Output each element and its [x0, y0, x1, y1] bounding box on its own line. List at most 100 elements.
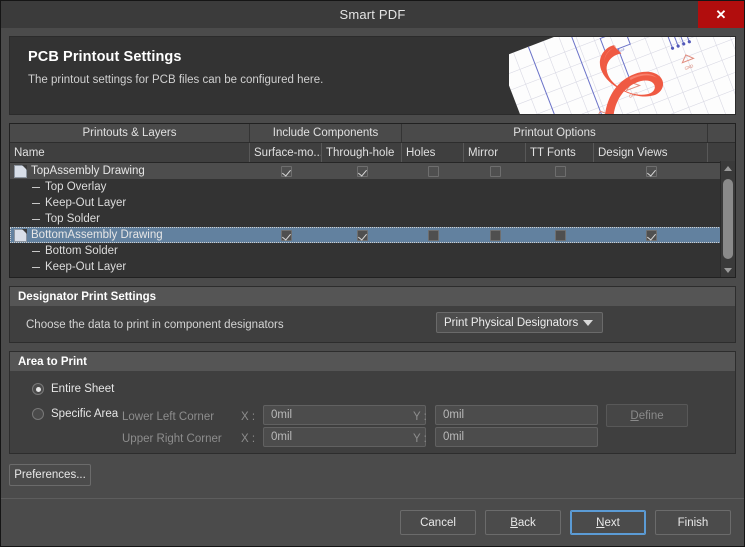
table-row[interactable]: Top Overlay [10, 179, 735, 195]
finish-button[interactable]: Finish [655, 510, 731, 535]
row-label: BottomAssembly Drawing [31, 229, 163, 241]
cell-mirror[interactable] [464, 163, 526, 179]
close-icon[interactable]: ✕ [698, 1, 744, 28]
cell-through-hole [322, 259, 402, 275]
cancel-button[interactable]: Cancel [400, 510, 476, 535]
cell-design-views[interactable] [594, 163, 708, 179]
row-label: Keep-Out Layer [45, 261, 127, 273]
banner-text-block: PCB Printout Settings The printout setti… [28, 49, 323, 86]
table-group-header-row: Printouts & Layers Include Components Pr… [10, 124, 735, 143]
next-button[interactable]: Next [570, 510, 646, 535]
table-row[interactable]: Top Solder [10, 211, 735, 227]
cell-holes[interactable] [402, 227, 464, 243]
cell-surface-mount [250, 243, 322, 259]
group-header-printout-options[interactable]: Printout Options [402, 124, 708, 142]
cell-tt-fonts [526, 179, 594, 195]
table-row[interactable]: TopAssembly Drawing [10, 163, 735, 179]
checkbox-through-hole[interactable] [356, 229, 368, 241]
scrollbar-thumb[interactable] [723, 179, 733, 259]
tree-branch-dash-icon [32, 186, 40, 188]
scroll-up-arrow-icon[interactable] [721, 161, 735, 175]
lower-left-x-value: 0mil [271, 409, 293, 421]
column-header-through-hole[interactable]: Through-hole [322, 143, 402, 162]
cell-surface-mount[interactable] [250, 227, 322, 243]
cell-through-hole [322, 179, 402, 195]
upper-right-x-label: X : [241, 433, 256, 445]
checkbox-holes[interactable] [427, 165, 439, 177]
lower-left-x-input[interactable]: 0mil [263, 405, 426, 425]
row-label: Keep-Out Layer [45, 197, 127, 209]
cell-holes[interactable] [402, 163, 464, 179]
designator-print-settings-section: Designator Print Settings Choose the dat… [9, 286, 736, 343]
cell-holes [402, 195, 464, 211]
radio-entire-sheet[interactable]: Entire Sheet [32, 383, 114, 395]
checkbox-holes[interactable] [427, 229, 439, 241]
checkbox-mirror[interactable] [489, 229, 501, 241]
designator-select[interactable]: Print Physical Designators [436, 312, 603, 333]
table-header: Printouts & Layers Include Components Pr… [10, 124, 735, 163]
checkbox-design-views[interactable] [645, 165, 657, 177]
window-title: Smart PDF [339, 7, 406, 22]
cell-mirror[interactable] [464, 227, 526, 243]
column-header-design-views[interactable]: Design Views [594, 143, 708, 162]
back-rest: ack [517, 516, 536, 529]
printouts-layers-table: Printouts & Layers Include Components Pr… [9, 123, 736, 278]
cell-mirror [464, 243, 526, 259]
table-row[interactable]: Bottom Solder [10, 243, 735, 259]
upper-right-x-input[interactable]: 0mil [263, 427, 426, 447]
cell-through-hole[interactable] [322, 227, 402, 243]
column-header-holes[interactable]: Holes [402, 143, 464, 162]
cell-through-hole [322, 195, 402, 211]
cell-mirror [464, 179, 526, 195]
group-header-printouts-layers[interactable]: Printouts & Layers [10, 124, 250, 142]
group-header-include-components[interactable]: Include Components [250, 124, 402, 142]
checkbox-through-hole[interactable] [356, 165, 368, 177]
checkbox-surface-mount[interactable] [280, 229, 292, 241]
cell-surface-mount[interactable] [250, 163, 322, 179]
smart-pdf-dialog: Smart PDF ✕ GND GND PCB Printout Setting… [0, 0, 745, 547]
area-to-print-section: Area to Print Entire Sheet Specific Area… [9, 351, 736, 454]
lower-left-y-input[interactable]: 0mil [435, 405, 598, 425]
cell-tt-fonts[interactable] [526, 227, 594, 243]
checkbox-design-views[interactable] [645, 229, 657, 241]
radio-entire-sheet-indicator [32, 383, 44, 395]
cell-design-views [594, 243, 708, 259]
checkbox-tt-fonts[interactable] [554, 229, 566, 241]
checkbox-surface-mount[interactable] [280, 165, 292, 177]
area-section-title: Area to Print [10, 352, 735, 371]
scroll-down-arrow-icon[interactable] [721, 263, 735, 277]
cell-tt-fonts [526, 243, 594, 259]
column-header-mirror[interactable]: Mirror [464, 143, 526, 162]
back-button[interactable]: Back [485, 510, 561, 535]
column-header-surface-mount[interactable]: Surface-mo... [250, 143, 322, 162]
upper-right-y-label: Y : [413, 433, 427, 445]
table-row[interactable]: Keep-Out Layer [10, 259, 735, 275]
upper-right-y-value: 0mil [443, 431, 465, 443]
radio-specific-area[interactable]: Specific Area [32, 408, 118, 420]
page-title: PCB Printout Settings [28, 49, 182, 65]
table-row[interactable]: BottomAssembly Drawing [10, 227, 735, 243]
preferences-button[interactable]: Preferences... [9, 464, 91, 486]
column-header-name[interactable]: Name [10, 143, 250, 162]
checkbox-tt-fonts[interactable] [554, 165, 566, 177]
cell-design-views [594, 179, 708, 195]
cell-tt-fonts[interactable] [526, 163, 594, 179]
define-button[interactable]: Define [606, 404, 688, 427]
cell-holes [402, 243, 464, 259]
cell-design-views [594, 259, 708, 275]
cell-through-hole [322, 211, 402, 227]
tree-vertical-scrollbar[interactable] [720, 161, 735, 277]
column-header-tt-fonts[interactable]: TT Fonts [526, 143, 594, 162]
define-accel: D [630, 409, 639, 422]
layer-row-name: Keep-Out Layer [10, 197, 250, 209]
cell-tt-fonts [526, 195, 594, 211]
table-column-header-row: Name Surface-mo... Through-hole Holes Mi… [10, 143, 735, 163]
upper-right-corner-label: Upper Right Corner [122, 433, 222, 445]
cell-design-views[interactable] [594, 227, 708, 243]
title-bar: Smart PDF ✕ [1, 1, 744, 28]
checkbox-mirror[interactable] [489, 165, 501, 177]
tree-branch-dash-icon [32, 218, 40, 220]
upper-right-y-input[interactable]: 0mil [435, 427, 598, 447]
cell-through-hole[interactable] [322, 163, 402, 179]
table-row[interactable]: Keep-Out Layer [10, 195, 735, 211]
